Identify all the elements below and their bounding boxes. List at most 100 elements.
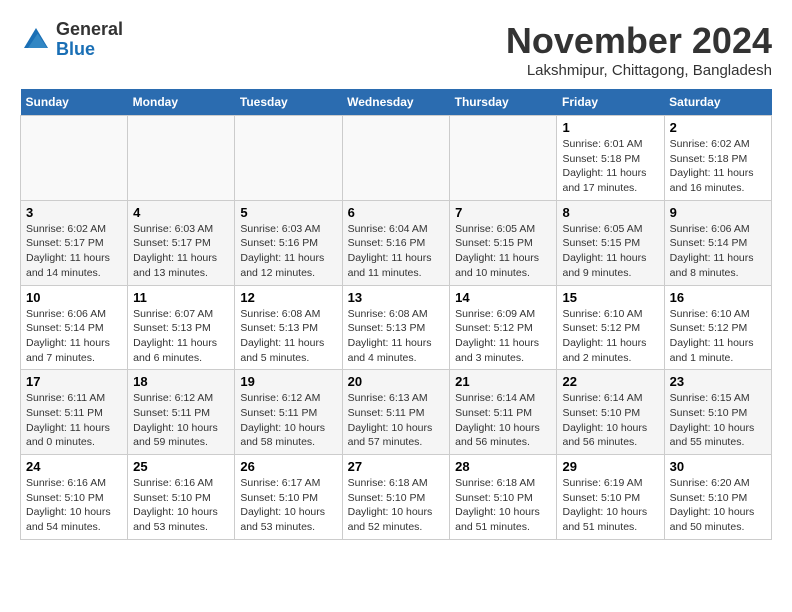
day-info: Sunrise: 6:13 AMSunset: 5:11 PMDaylight:…	[348, 391, 445, 450]
calendar-day-cell: 4Sunrise: 6:03 AMSunset: 5:17 PMDaylight…	[128, 200, 235, 285]
calendar-week-row: 1 Sunrise: 6:01 AMSunset: 5:18 PMDaylight…	[21, 116, 772, 201]
calendar-day-cell: 29 Sunrise: 6:19 AMSunset: 5:10 PMDayligh…	[557, 455, 664, 540]
day-number: 22	[562, 374, 658, 389]
calendar-day-cell: 5 Sunrise: 6:03 AMSunset: 5:16 PMDaylight…	[235, 200, 342, 285]
day-number: 4	[133, 205, 229, 220]
day-number: 13	[348, 290, 445, 305]
weekday-header-cell: Sunday	[21, 89, 128, 116]
calendar-day-cell: 12Sunrise: 6:08 AMSunset: 5:13 PMDayligh…	[235, 285, 342, 370]
day-number: 3	[26, 205, 122, 220]
day-info: Sunrise: 6:12 AMSunset: 5:11 PMDaylight:…	[240, 391, 336, 450]
calendar-day-cell	[128, 116, 235, 201]
day-info: Sunrise: 6:03 AMSunset: 5:16 PMDaylight:…	[240, 222, 336, 281]
day-number: 1	[562, 120, 658, 135]
calendar-day-cell: 20 Sunrise: 6:13 AMSunset: 5:11 PMDayligh…	[342, 370, 450, 455]
day-number: 28	[455, 459, 551, 474]
day-number: 10	[26, 290, 122, 305]
calendar-day-cell	[450, 116, 557, 201]
weekday-header-cell: Friday	[557, 89, 664, 116]
day-info: Sunrise: 6:04 AMSunset: 5:16 PMDaylight:…	[348, 222, 445, 281]
calendar-day-cell: 10 Sunrise: 6:06 AMSunset: 5:14 PMDayligh…	[21, 285, 128, 370]
weekday-header-cell: Thursday	[450, 89, 557, 116]
calendar-day-cell: 3Sunrise: 6:02 AMSunset: 5:17 PMDaylight…	[21, 200, 128, 285]
page-header: General Blue November 2024 Lakshmipur, C…	[20, 20, 772, 79]
weekday-header-cell: Saturday	[664, 89, 771, 116]
day-info: Sunrise: 6:17 AMSunset: 5:10 PMDaylight:…	[240, 476, 336, 535]
day-number: 15	[562, 290, 658, 305]
day-info: Sunrise: 6:15 AMSunset: 5:10 PMDaylight:…	[670, 391, 766, 450]
calendar-day-cell	[21, 116, 128, 201]
day-number: 29	[562, 459, 658, 474]
calendar-day-cell: 6 Sunrise: 6:04 AMSunset: 5:16 PMDaylight…	[342, 200, 450, 285]
day-number: 11	[133, 290, 229, 305]
calendar-day-cell: 18Sunrise: 6:12 AMSunset: 5:11 PMDayligh…	[128, 370, 235, 455]
calendar-week-row: 10 Sunrise: 6:06 AMSunset: 5:14 PMDayligh…	[21, 285, 772, 370]
calendar-week-row: 17Sunrise: 6:11 AMSunset: 5:11 PMDayligh…	[21, 370, 772, 455]
day-info: Sunrise: 6:11 AMSunset: 5:11 PMDaylight:…	[26, 391, 122, 450]
weekday-header-cell: Wednesday	[342, 89, 450, 116]
calendar-day-cell: 24Sunrise: 6:16 AMSunset: 5:10 PMDayligh…	[21, 455, 128, 540]
day-number: 24	[26, 459, 122, 474]
weekday-header-row: SundayMondayTuesdayWednesdayThursdayFrid…	[21, 89, 772, 116]
calendar-day-cell: 23 Sunrise: 6:15 AMSunset: 5:10 PMDayligh…	[664, 370, 771, 455]
weekday-header-cell: Tuesday	[235, 89, 342, 116]
calendar-day-cell: 2Sunrise: 6:02 AMSunset: 5:18 PMDaylight…	[664, 116, 771, 201]
day-info: Sunrise: 6:16 AMSunset: 5:10 PMDaylight:…	[133, 476, 229, 535]
calendar-table: SundayMondayTuesdayWednesdayThursdayFrid…	[20, 89, 772, 540]
logo-text: General Blue	[56, 20, 123, 60]
calendar-week-row: 24 Sunrise: 6:16 AMSunset: 5:10 PMDayligh…	[21, 455, 772, 540]
day-info: Sunrise: 6:09 AMSunset: 5:12 PMDaylight:…	[455, 307, 551, 366]
calendar-day-cell: 16Sunrise: 6:10 AMSunset: 5:12 PMDayligh…	[664, 285, 771, 370]
day-number: 5	[240, 205, 336, 220]
calendar-week-row: 3Sunrise: 6:02 AMSunset: 5:17 PMDaylight…	[21, 200, 772, 285]
day-info: Sunrise: 6:14 AMSunset: 5:11 PMDaylight:…	[455, 391, 551, 450]
day-info: Sunrise: 6:18 AMSunset: 5:10 PMDaylight:…	[348, 476, 445, 535]
calendar-day-cell	[235, 116, 342, 201]
day-info: Sunrise: 6:18 AMSunset: 5:10 PMDaylight:…	[455, 476, 551, 535]
day-number: 20	[348, 374, 445, 389]
day-info: Sunrise: 6:10 AMSunset: 5:12 PMDaylight:…	[670, 307, 766, 366]
day-number: 7	[455, 205, 551, 220]
calendar-day-cell	[342, 116, 450, 201]
day-number: 30	[670, 459, 766, 474]
day-info: Sunrise: 6:20 AMSunset: 5:10 PMDaylight:…	[670, 476, 766, 535]
calendar-day-cell: 30 Sunrise: 6:20 AMSunset: 5:10 PMDayligh…	[664, 455, 771, 540]
calendar-day-cell: 11 Sunrise: 6:07 AMSunset: 5:13 PMDayligh…	[128, 285, 235, 370]
calendar-day-cell: 21Sunrise: 6:14 AMSunset: 5:11 PMDayligh…	[450, 370, 557, 455]
day-info: Sunrise: 6:06 AMSunset: 5:14 PMDaylight:…	[670, 222, 766, 281]
day-info: Sunrise: 6:05 AMSunset: 5:15 PMDaylight:…	[562, 222, 658, 281]
calendar-body: 1 Sunrise: 6:01 AMSunset: 5:18 PMDaylight…	[21, 116, 772, 540]
month-title: November 2024	[506, 20, 772, 62]
day-number: 25	[133, 459, 229, 474]
calendar-day-cell: 28 Sunrise: 6:18 AMSunset: 5:10 PMDayligh…	[450, 455, 557, 540]
day-info: Sunrise: 6:07 AMSunset: 5:13 PMDaylight:…	[133, 307, 229, 366]
calendar-day-cell: 27Sunrise: 6:18 AMSunset: 5:10 PMDayligh…	[342, 455, 450, 540]
day-number: 23	[670, 374, 766, 389]
calendar-day-cell: 8 Sunrise: 6:05 AMSunset: 5:15 PMDaylight…	[557, 200, 664, 285]
calendar-day-cell: 19 Sunrise: 6:12 AMSunset: 5:11 PMDayligh…	[235, 370, 342, 455]
calendar-day-cell: 13 Sunrise: 6:08 AMSunset: 5:13 PMDayligh…	[342, 285, 450, 370]
day-number: 8	[562, 205, 658, 220]
calendar-day-cell: 1 Sunrise: 6:01 AMSunset: 5:18 PMDaylight…	[557, 116, 664, 201]
calendar-day-cell: 9Sunrise: 6:06 AMSunset: 5:14 PMDaylight…	[664, 200, 771, 285]
day-info: Sunrise: 6:19 AMSunset: 5:10 PMDaylight:…	[562, 476, 658, 535]
day-info: Sunrise: 6:10 AMSunset: 5:12 PMDaylight:…	[562, 307, 658, 366]
day-number: 6	[348, 205, 445, 220]
day-number: 14	[455, 290, 551, 305]
title-section: November 2024 Lakshmipur, Chittagong, Ba…	[506, 20, 772, 79]
logo-icon	[20, 24, 52, 56]
calendar-day-cell: 15 Sunrise: 6:10 AMSunset: 5:12 PMDayligh…	[557, 285, 664, 370]
day-number: 12	[240, 290, 336, 305]
calendar-day-cell: 22 Sunrise: 6:14 AMSunset: 5:10 PMDayligh…	[557, 370, 664, 455]
calendar-day-cell: 17Sunrise: 6:11 AMSunset: 5:11 PMDayligh…	[21, 370, 128, 455]
day-info: Sunrise: 6:08 AMSunset: 5:13 PMDaylight:…	[348, 307, 445, 366]
location: Lakshmipur, Chittagong, Bangladesh	[506, 62, 772, 79]
day-info: Sunrise: 6:14 AMSunset: 5:10 PMDaylight:…	[562, 391, 658, 450]
day-number: 18	[133, 374, 229, 389]
day-info: Sunrise: 6:01 AMSunset: 5:18 PMDaylight:…	[562, 137, 658, 196]
day-number: 19	[240, 374, 336, 389]
day-number: 2	[670, 120, 766, 135]
day-info: Sunrise: 6:06 AMSunset: 5:14 PMDaylight:…	[26, 307, 122, 366]
calendar-day-cell: 14 Sunrise: 6:09 AMSunset: 5:12 PMDayligh…	[450, 285, 557, 370]
calendar-day-cell: 25 Sunrise: 6:16 AMSunset: 5:10 PMDayligh…	[128, 455, 235, 540]
